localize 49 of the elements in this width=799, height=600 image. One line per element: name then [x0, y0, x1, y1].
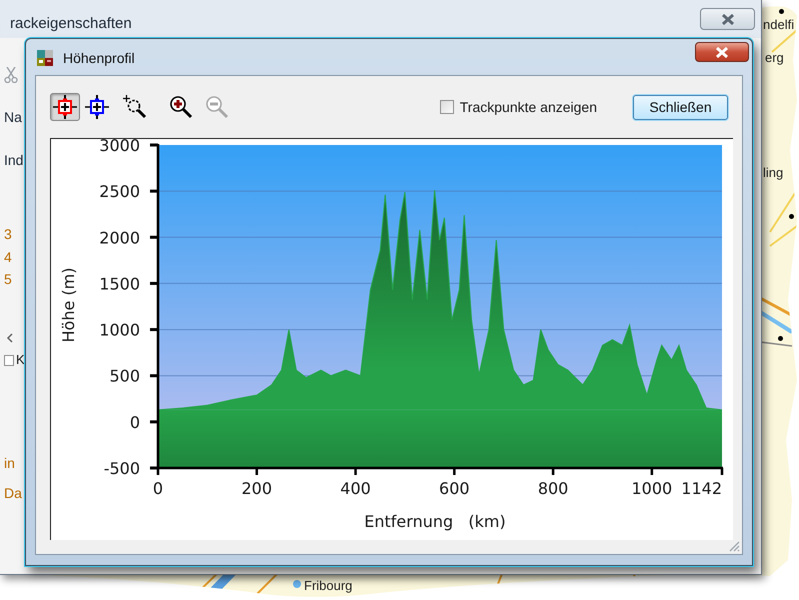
app-icon	[37, 50, 53, 66]
close-icon	[715, 46, 729, 58]
y-tick-label: 0	[130, 412, 140, 432]
y-axis-title: Höhe (m)	[59, 268, 78, 342]
list-text: Da	[4, 485, 22, 501]
x-tick-label: 0	[152, 479, 164, 498]
x-tick-label: 600	[439, 479, 470, 498]
crosshair-icon	[53, 95, 77, 119]
checkbox[interactable]	[440, 100, 454, 114]
window-title: Höhenprofil	[63, 49, 135, 67]
list-text: 4	[4, 249, 12, 265]
crosshair-button[interactable]	[50, 93, 80, 121]
zoom-in-icon	[169, 95, 193, 119]
close-button[interactable]	[695, 42, 749, 62]
close-icon	[720, 14, 734, 24]
magnifier-icon	[123, 95, 147, 119]
y-tick-label: 500	[109, 366, 140, 386]
map-label: Fribourg	[304, 578, 352, 594]
list-text: 3	[4, 226, 12, 242]
map-label: ling	[763, 165, 784, 181]
x-tick-label: 800	[538, 479, 568, 498]
y-tick-label: -500	[104, 459, 140, 478]
checkbox-label: K	[16, 352, 25, 368]
y-tick-label: 3000	[99, 139, 140, 155]
crosshair-button[interactable]	[82, 93, 112, 121]
list-text: in	[4, 455, 15, 471]
list-text: Na	[4, 109, 22, 125]
y-tick-label: 2000	[99, 228, 140, 248]
map-label: ndelfi	[763, 17, 794, 33]
checkbox-label: Trackpunkte anzeigen	[460, 98, 597, 116]
x-tick-label: 1000	[632, 479, 672, 498]
zoom-out-icon	[205, 95, 229, 119]
scissors-icon	[4, 67, 18, 83]
x-axis-title: Entfernung (km)	[364, 512, 506, 531]
window-title: rackeigenschaften	[10, 14, 132, 34]
checkbox[interactable]	[4, 354, 14, 366]
x-tick-label: 200	[242, 479, 272, 498]
y-tick-label: 1500	[99, 274, 140, 294]
y-tick-label: 2500	[99, 182, 140, 202]
map-label: erg	[765, 50, 784, 66]
x-tick-label: 400	[340, 479, 371, 498]
x-tick-label: 1142	[681, 479, 722, 498]
resize-grip-icon	[729, 541, 740, 552]
close-button[interactable]	[700, 8, 755, 30]
close-dialog-button[interactable]: Schließen	[633, 94, 728, 120]
list-text: Ind	[4, 152, 24, 168]
crosshair-icon	[85, 95, 109, 119]
list-text: 5	[4, 271, 12, 287]
y-tick-label: 1000	[99, 320, 140, 340]
